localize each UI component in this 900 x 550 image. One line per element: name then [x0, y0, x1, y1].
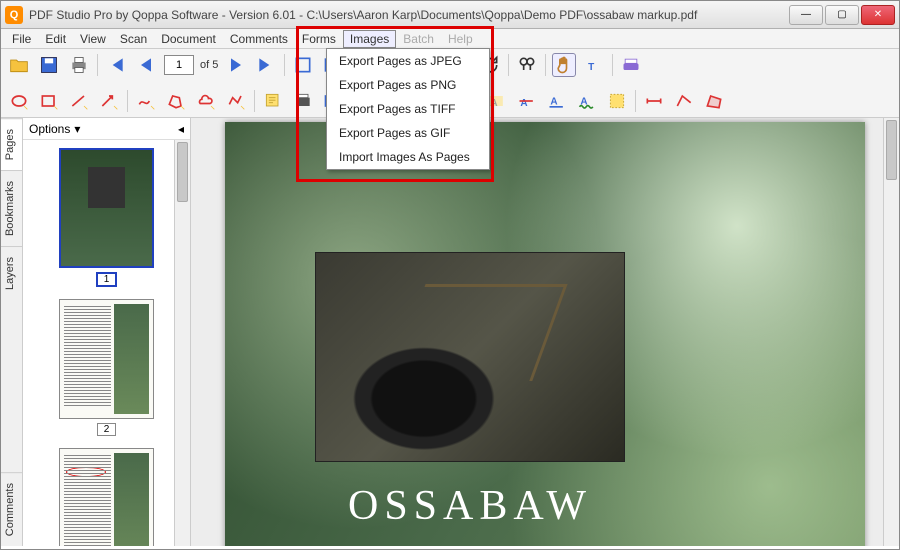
menu-view[interactable]: View: [73, 30, 113, 48]
save-button[interactable]: [37, 53, 61, 77]
page-title-text: OSSABAW: [315, 482, 625, 530]
first-page-button[interactable]: [104, 53, 128, 77]
thumbnail-image: [59, 148, 154, 268]
circle-annot-button[interactable]: [7, 89, 31, 113]
polyline-annot-button[interactable]: [224, 89, 248, 113]
print-button[interactable]: [67, 53, 91, 77]
menu-export-gif[interactable]: Export Pages as GIF: [327, 121, 489, 145]
menu-batch[interactable]: Batch: [396, 30, 441, 48]
thumbnails-list: 1 2 3: [23, 140, 190, 546]
svg-text:A: A: [520, 98, 527, 109]
sidetab-layers[interactable]: Layers: [1, 246, 22, 300]
menu-forms[interactable]: Forms: [295, 30, 343, 48]
typewriter-button[interactable]: [291, 89, 315, 113]
maximize-button[interactable]: ▢: [825, 5, 859, 25]
menu-help[interactable]: Help: [441, 30, 480, 48]
page-number-input[interactable]: [164, 55, 194, 75]
main-body: Pages Bookmarks Layers Comments Options …: [1, 118, 899, 546]
thumbnails-header: Options ▾ ◂: [23, 118, 190, 140]
menu-import-images[interactable]: Import Images As Pages: [327, 145, 489, 169]
toolbar-separator: [254, 90, 255, 112]
thumbnail-number: 1: [96, 272, 118, 287]
chevron-down-icon[interactable]: ▾: [74, 122, 80, 136]
side-tabs: Pages Bookmarks Layers Comments: [1, 118, 23, 546]
strikeout-text-button[interactable]: A: [515, 89, 539, 113]
images-menu-dropdown: Export Pages as JPEG Export Pages as PNG…: [326, 48, 490, 170]
toolbar-separator: [508, 54, 509, 76]
toolbar-separator: [97, 54, 98, 76]
menu-export-tiff[interactable]: Export Pages as TIFF: [327, 97, 489, 121]
menu-export-jpeg[interactable]: Export Pages as JPEG: [327, 49, 489, 73]
menu-document[interactable]: Document: [154, 30, 223, 48]
page-photo: [315, 252, 625, 462]
thumbnail-number: 2: [97, 423, 117, 436]
sidetab-comments[interactable]: Comments: [1, 472, 22, 546]
sidetab-bookmarks[interactable]: Bookmarks: [1, 170, 22, 246]
collapse-panel-button[interactable]: ◂: [178, 122, 184, 136]
prev-page-button[interactable]: [134, 53, 158, 77]
area-tool-button[interactable]: [702, 89, 726, 113]
text-select-button[interactable]: T: [582, 53, 606, 77]
hand-tool-button[interactable]: [552, 53, 576, 77]
thumbnail-page-1[interactable]: 1: [59, 148, 154, 287]
toolbar-separator: [612, 54, 613, 76]
options-dropdown[interactable]: Options: [29, 122, 70, 136]
arrow-annot-button[interactable]: [97, 89, 121, 113]
toolbar-separator: [545, 54, 546, 76]
document-page: OSSABAW: [225, 122, 865, 546]
page-total-label: of 5: [200, 59, 218, 71]
menu-scan[interactable]: Scan: [113, 30, 154, 48]
thumbnails-scrollbar[interactable]: [174, 140, 190, 546]
distance-tool-button[interactable]: [642, 89, 666, 113]
cloud-annot-button[interactable]: [194, 89, 218, 113]
toolbar-separator: [635, 90, 636, 112]
zoom-actual-button[interactable]: [291, 53, 315, 77]
polygon-annot-button[interactable]: [164, 89, 188, 113]
next-page-button[interactable]: [224, 53, 248, 77]
last-page-button[interactable]: [254, 53, 278, 77]
document-viewport[interactable]: OSSABAW: [191, 118, 899, 546]
thumbnail-image: [59, 448, 154, 546]
document-scrollbar[interactable]: [883, 118, 899, 546]
menu-export-png[interactable]: Export Pages as PNG: [327, 73, 489, 97]
close-button[interactable]: ✕: [861, 5, 895, 25]
menu-file[interactable]: File: [5, 30, 38, 48]
menubar: File Edit View Scan Document Comments Fo…: [1, 29, 899, 49]
svg-text:T: T: [589, 62, 595, 73]
menu-images[interactable]: Images: [343, 30, 396, 48]
sidetab-pages[interactable]: Pages: [1, 118, 22, 170]
thumbnail-page-3[interactable]: 3: [59, 448, 154, 546]
window-title: PDF Studio Pro by Qoppa Software - Versi…: [29, 8, 789, 22]
search-button[interactable]: [515, 53, 539, 77]
note-annot-button[interactable]: [261, 89, 285, 113]
underline-text-button[interactable]: A: [545, 89, 569, 113]
area-highlight-button[interactable]: [605, 89, 629, 113]
toolbar-separator: [127, 90, 128, 112]
scanner-button[interactable]: [619, 53, 643, 77]
open-button[interactable]: [7, 53, 31, 77]
pencil-annot-button[interactable]: [134, 89, 158, 113]
square-annot-button[interactable]: [37, 89, 61, 113]
toolbar-separator: [284, 54, 285, 76]
menu-comments[interactable]: Comments: [223, 30, 295, 48]
thumbnail-page-2[interactable]: 2: [59, 299, 154, 436]
line-annot-button[interactable]: [67, 89, 91, 113]
thumbnails-panel: Options ▾ ◂ 1 2 3: [23, 118, 191, 546]
thumbnail-image: [59, 299, 154, 419]
app-logo-icon: Q: [5, 6, 23, 24]
minimize-button[interactable]: ―: [789, 5, 823, 25]
perimeter-tool-button[interactable]: [672, 89, 696, 113]
svg-text:A: A: [550, 96, 557, 107]
squiggly-text-button[interactable]: A: [575, 89, 599, 113]
menu-edit[interactable]: Edit: [38, 30, 73, 48]
titlebar: Q PDF Studio Pro by Qoppa Software - Ver…: [1, 1, 899, 29]
